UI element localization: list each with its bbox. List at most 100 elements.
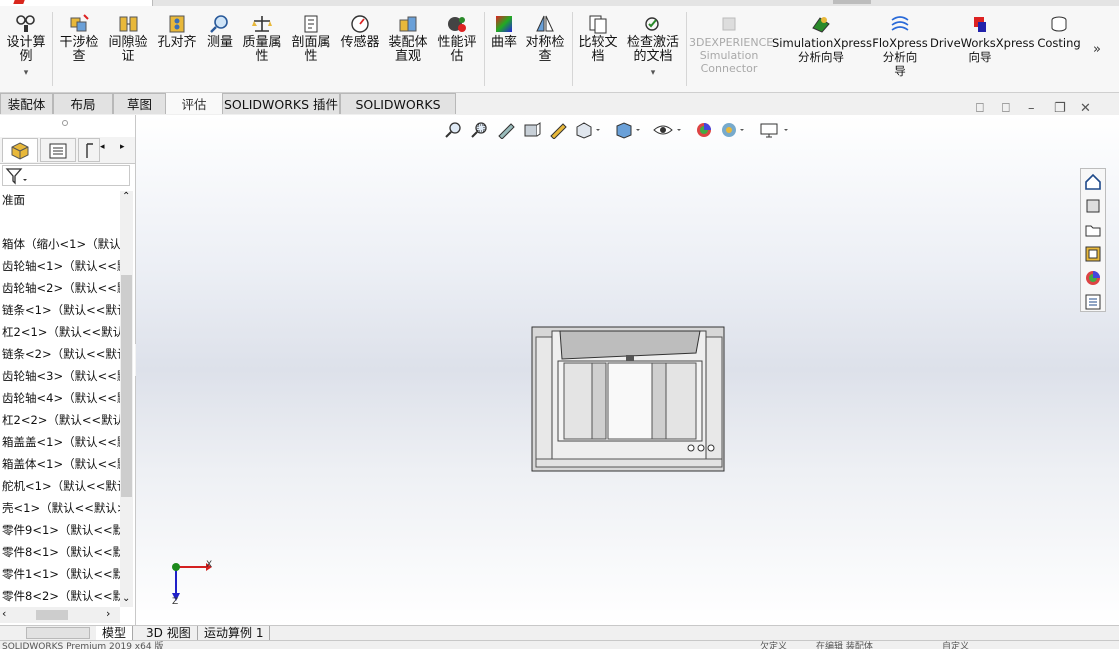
edit-appearance-icon[interactable]	[694, 121, 716, 139]
custom-properties-icon[interactable]	[1084, 293, 1102, 311]
graphics-area[interactable]: ⎕ ⎕ – ❐ ✕ X Z	[136, 101, 1119, 625]
tree-item[interactable]: 零件1<1>（默认<<默	[2, 565, 120, 583]
home-icon[interactable]	[1084, 173, 1102, 191]
view-palette-icon[interactable]	[1084, 245, 1102, 263]
assembly-model-view[interactable]	[530, 325, 726, 473]
clearance-verify-button[interactable]: 间隙验 证	[105, 14, 151, 64]
hide-show-items-icon[interactable]	[652, 121, 684, 139]
performance-evaluation-button[interactable]: 性能评 估	[434, 14, 480, 64]
scroll-up-icon[interactable]: ⌃	[122, 191, 130, 202]
tab-model[interactable]: 模型	[96, 626, 134, 641]
tab-sketch[interactable]: 草图	[113, 93, 166, 114]
design-library-icon[interactable]	[1084, 197, 1102, 215]
window-restore-right-icon[interactable]: ⎕	[1002, 101, 1010, 116]
close-icon[interactable]: ✕	[1080, 101, 1091, 116]
tree-item[interactable]: 杠2<2>（默认<<默认	[2, 411, 120, 429]
tree-item[interactable]: 箱盖盖<1>（默认<<默	[2, 433, 120, 451]
filter-box[interactable]	[2, 165, 130, 186]
performance-evaluation-icon	[448, 17, 466, 32]
tree-item-planes[interactable]: 准面	[2, 191, 25, 209]
tab-propertymanager[interactable]	[40, 138, 76, 162]
triad-x-label: X	[206, 560, 213, 570]
compare-documents-button[interactable]: 比较文 档	[576, 14, 620, 64]
tree-vertical-scrollbar[interactable]: ⌃ ⌄	[120, 191, 133, 607]
tree-item[interactable]: 箱盖体<1>（默认<<默	[2, 455, 120, 473]
costing-button[interactable]: Costing	[1034, 14, 1084, 50]
measure-icon	[210, 15, 228, 33]
separator	[484, 12, 485, 86]
mass-properties-button[interactable]: 质量属 性	[239, 14, 285, 64]
tab-solidworks-mbd[interactable]: SOLIDWORKS MBD	[340, 93, 456, 133]
clearance-verify-icon	[119, 16, 138, 32]
tree-item[interactable]: 链条<1>（默认<<默认	[2, 301, 120, 319]
tree-item[interactable]: 零件8<2>（默认<<默	[2, 587, 120, 605]
tree-item[interactable]: 齿轮轴<4>（默认<<默	[2, 389, 120, 407]
tab-configurationmanager[interactable]	[78, 138, 100, 162]
tree-item[interactable]: 箱体（缩小<1>（默认	[2, 235, 120, 253]
bottom-tabs: 模型 3D 视图 运动算例 1	[0, 625, 1119, 641]
tree-item[interactable]: 杠2<1>（默认<<默认	[2, 323, 120, 341]
view-settings-icon[interactable]	[758, 121, 792, 139]
tab-3d-views[interactable]: 3D 视图	[140, 626, 198, 641]
tab-navigation-buttons[interactable]	[26, 627, 90, 639]
floxpress-button[interactable]: FloXpress 分析向 导	[872, 14, 928, 78]
command-tabs: 装配体 布局 草图 评估 SOLIDWORKS 插件 SOLIDWORKS MB…	[0, 93, 1119, 133]
tree-horizontal-scrollbar[interactable]: ‹ ›	[0, 607, 120, 623]
scrollbar-thumb[interactable]	[121, 275, 132, 497]
hole-alignment-button[interactable]: 孔对齐	[154, 14, 200, 50]
display-style-icon[interactable]	[614, 121, 642, 139]
tree-item[interactable]: 舵机<1>（默认<<默认	[2, 477, 120, 495]
zoom-to-area-icon[interactable]	[470, 121, 490, 139]
tab-evaluate[interactable]: 评估	[166, 93, 222, 114]
tab-layout[interactable]: 布局	[53, 93, 113, 114]
tab-featuremanager[interactable]	[2, 138, 38, 162]
section-view-icon[interactable]	[522, 121, 542, 139]
appearances-icon[interactable]	[1084, 269, 1102, 287]
measure-button[interactable]: 测量	[203, 14, 237, 50]
simulationxpress-button[interactable]: SimulationXpress 分析向导	[772, 14, 872, 64]
tree-item[interactable]: 零件8<1>（默认<<默	[2, 543, 120, 561]
more-commands-button[interactable]: »	[1093, 42, 1101, 57]
scroll-left-icon[interactable]: ‹	[2, 607, 6, 620]
tab-solidworks-addins[interactable]: SOLIDWORKS 插件	[222, 93, 340, 114]
scroll-left-icon[interactable]: ◂	[100, 142, 105, 152]
zoom-to-fit-icon[interactable]	[444, 121, 464, 139]
panel-grip[interactable]	[62, 120, 68, 126]
simulationxpress-icon	[812, 17, 830, 33]
interference-check-button[interactable]: 干涉检 查	[56, 14, 102, 64]
tab-assembly[interactable]: 装配体	[0, 93, 53, 114]
symmetry-check-button[interactable]: 对称检 查	[522, 14, 568, 64]
scroll-right-icon[interactable]: ›	[106, 607, 110, 620]
tab-motion-study[interactable]: 运动算例 1	[198, 626, 271, 641]
tree-item[interactable]: 零件9<1>（默认<<默	[2, 521, 120, 539]
interference-check-icon	[70, 14, 89, 32]
tree-item[interactable]: 齿轮轴<2>（默认<<默	[2, 279, 120, 297]
title-grip[interactable]	[833, 0, 871, 4]
minimize-icon[interactable]: –	[1028, 101, 1035, 116]
file-explorer-icon[interactable]	[1084, 221, 1102, 239]
previous-view-icon[interactable]	[496, 121, 516, 139]
symmetry-check-icon	[536, 15, 554, 32]
tree-item[interactable]: 壳<1>（默认<<默认>	[2, 499, 120, 517]
scroll-down-icon[interactable]: ⌄	[122, 593, 130, 604]
window-restore-left-icon[interactable]: ⎕	[976, 101, 984, 116]
view-orientation-icon[interactable]	[574, 121, 602, 139]
driveworksxpress-button[interactable]: DriveWorksXpress 向导	[930, 14, 1034, 64]
tree-item[interactable]: 齿轮轴<1>（默认<<默	[2, 257, 120, 275]
scroll-right-icon[interactable]: ▸	[120, 142, 125, 152]
curvature-button[interactable]: 曲率	[488, 14, 520, 50]
design-study-button[interactable]: 设计算 例 ▾	[4, 14, 48, 80]
scrollbar-thumb[interactable]	[36, 610, 68, 620]
featuremanager-icon	[11, 142, 29, 160]
sensor-button[interactable]: 传感器	[337, 14, 383, 50]
section-properties-button[interactable]: 剖面属 性	[288, 14, 334, 64]
tree-item[interactable]: 齿轮轴<3>（默认<<默	[2, 367, 120, 385]
maximize-icon[interactable]: ❐	[1054, 101, 1066, 116]
check-active-document-button[interactable]: 检查激活 的文档 ▾	[624, 14, 682, 80]
propertymanager-icon	[49, 143, 67, 159]
dynamic-annotation-icon[interactable]	[548, 121, 568, 139]
assembly-visualization-button[interactable]: 装配体 直观	[385, 14, 431, 64]
tree-item[interactable]: 链条<2>（默认<<默认	[2, 345, 120, 363]
separator	[572, 12, 573, 86]
apply-scene-icon[interactable]	[720, 121, 748, 139]
